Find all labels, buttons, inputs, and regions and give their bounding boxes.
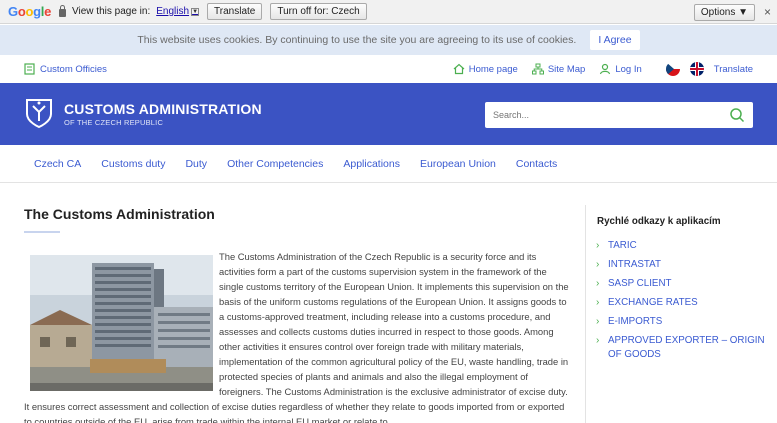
options-button[interactable]: Options ▼	[693, 4, 755, 21]
language-value: English	[156, 6, 190, 17]
search-icon[interactable]	[729, 107, 745, 123]
quick-link-label: E-IMPORTS	[608, 316, 663, 327]
quick-link-intrastat[interactable]: › INTRASTAT	[596, 258, 766, 272]
quick-link-taric[interactable]: › TARIC	[596, 239, 766, 253]
google-translate-bar: Google View this page in: English ▼ Trans…	[0, 0, 777, 24]
quick-link-label: SASP CLIENT	[608, 278, 672, 289]
quick-link-approved-exporter[interactable]: › APPROVED EXPORTER – ORIGIN OF GOODS	[596, 334, 766, 362]
search-box	[485, 102, 753, 128]
uk-flag-icon[interactable]	[689, 62, 704, 76]
nav-item-applications[interactable]: Applications	[343, 158, 400, 170]
site-title[interactable]: CUSTOMS ADMINISTRATION	[64, 101, 262, 117]
home-page-label: Home page	[468, 63, 518, 75]
translate-link[interactable]: Translate	[714, 64, 753, 75]
nav-item-customs-duty[interactable]: Customs duty	[101, 158, 165, 170]
custom-offices-link[interactable]: Custom Officies	[24, 63, 107, 75]
log-in-label: Log In	[615, 63, 642, 75]
sidebar-divider	[585, 205, 586, 423]
quick-link-label: APPROVED EXPORTER – ORIGIN OF GOODS	[608, 335, 765, 360]
quick-link-exchange-rates[interactable]: › EXCHANGE RATES	[596, 296, 766, 310]
chevron-down-icon: ▼	[191, 7, 200, 16]
lock-icon	[59, 4, 67, 17]
main-navigation: Czech CA Customs duty Duty Other Compete…	[0, 145, 777, 183]
site-map-link[interactable]: Site Map	[531, 63, 586, 75]
page-title: The Customs Administration	[24, 206, 215, 222]
quick-link-label: TARIC	[608, 240, 637, 251]
quick-links-title: Rychlé odkazy k aplikacím	[597, 216, 721, 227]
chevron-right-icon: ›	[596, 297, 600, 308]
nav-item-duty[interactable]: Duty	[185, 158, 207, 170]
quick-link-label: EXCHANGE RATES	[608, 297, 698, 308]
czech-flag-icon[interactable]	[665, 62, 680, 76]
cookie-banner: This website uses cookies. By continuing…	[0, 25, 777, 55]
site-subtitle: OF THE CZECH REPUBLIC	[64, 118, 164, 127]
customs-building-photo	[30, 255, 213, 391]
chevron-right-icon: ›	[596, 278, 600, 289]
nav-item-other-competencies[interactable]: Other Competencies	[227, 158, 323, 170]
close-icon[interactable]: ×	[764, 5, 771, 19]
customs-emblem-logo[interactable]	[24, 97, 54, 129]
view-page-label: View this page in:	[72, 6, 151, 17]
home-page-link[interactable]: Home page	[453, 63, 518, 75]
translate-button[interactable]: Translate	[207, 3, 263, 20]
utility-bar: Custom Officies Home page Site Map Log I…	[0, 55, 777, 83]
chevron-right-icon: ›	[596, 316, 600, 327]
agree-button[interactable]: I Agree	[590, 30, 640, 50]
quick-link-label: INTRASTAT	[608, 259, 661, 270]
home-icon	[453, 63, 465, 75]
language-select[interactable]: English ▼	[156, 6, 200, 17]
document-icon	[24, 63, 35, 75]
google-logo: Google	[8, 4, 52, 19]
chevron-right-icon: ›	[596, 240, 600, 251]
site-header: CUSTOMS ADMINISTRATION OF THE CZECH REPU…	[0, 83, 777, 145]
nav-item-contacts[interactable]: Contacts	[516, 158, 557, 170]
search-input[interactable]	[493, 110, 723, 120]
quick-link-e-imports[interactable]: › E-IMPORTS	[596, 315, 766, 329]
chevron-right-icon: ›	[596, 259, 600, 270]
user-icon	[600, 63, 611, 75]
nav-item-czech-ca[interactable]: Czech CA	[34, 158, 81, 170]
quick-links-list: › TARIC › INTRASTAT › SASP CLIENT › EXCHANGE…	[596, 239, 766, 367]
turn-off-button[interactable]: Turn off for: Czech	[270, 3, 367, 20]
site-map-label: Site Map	[547, 63, 586, 75]
chevron-right-icon: ›	[596, 335, 600, 346]
log-in-link[interactable]: Log In	[599, 63, 642, 75]
sitemap-icon	[531, 63, 544, 75]
custom-offices-label: Custom Officies	[40, 63, 107, 75]
title-underline	[24, 231, 60, 233]
nav-item-european-union[interactable]: European Union	[420, 158, 496, 170]
quick-link-sasp-client[interactable]: › SASP CLIENT	[596, 277, 766, 291]
cookie-text: This website uses cookies. By continuing…	[137, 34, 577, 46]
